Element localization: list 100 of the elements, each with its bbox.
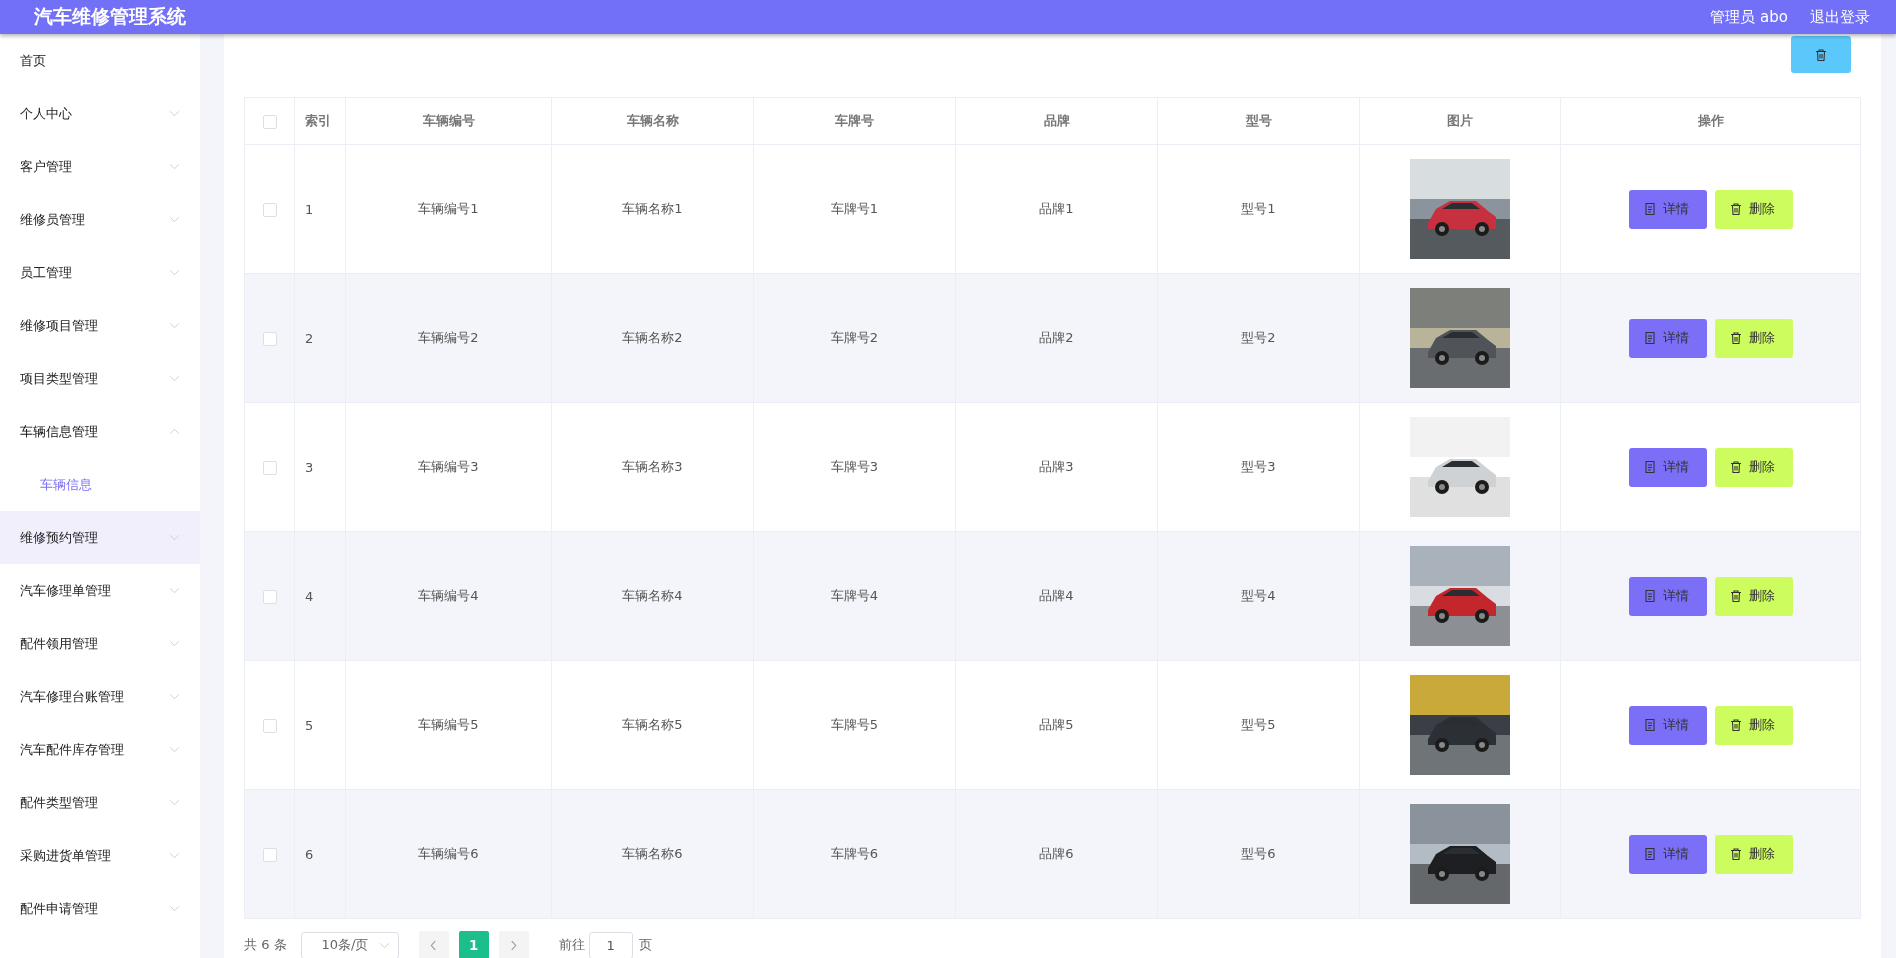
table-cell: 5	[294, 660, 346, 790]
checkbox[interactable]	[262, 589, 277, 604]
table-cell: 品牌1	[955, 144, 1158, 274]
page-size-select[interactable]: 10条/页	[300, 931, 399, 958]
menu-item[interactable]: 客户管理	[0, 140, 200, 193]
table-cell: 车辆名称3	[551, 402, 754, 532]
chevron-icon	[378, 941, 390, 949]
delete-button[interactable]	[1791, 36, 1851, 73]
table-cell: 车牌号3	[753, 402, 956, 532]
table-cell: 车牌号1	[753, 144, 956, 274]
checkbox[interactable]	[262, 202, 277, 217]
checkbox[interactable]	[262, 331, 277, 346]
delete-button[interactable]: 删除	[1714, 318, 1793, 358]
app-title: 汽车维修管理系统	[34, 4, 186, 29]
table-cell: 车辆名称6	[551, 789, 754, 919]
trash-icon	[1728, 589, 1743, 603]
table-cell: 3	[294, 402, 346, 532]
table-cell: 型号2	[1157, 273, 1360, 403]
table-cell: 品牌6	[955, 789, 1158, 919]
menu-item[interactable]: 汽车修理单管理	[0, 564, 200, 617]
menu-item[interactable]: 车辆信息管理	[0, 405, 200, 458]
column-header: 索引	[294, 97, 346, 145]
menu-item[interactable]: 首页	[0, 34, 200, 87]
table-cell: 车辆编号6	[345, 789, 552, 919]
trash-icon	[1728, 847, 1743, 861]
menu-item[interactable]: 个人中心	[0, 87, 200, 140]
trash-icon	[1728, 202, 1743, 216]
caret-left-icon	[430, 939, 438, 951]
trash-icon	[1728, 718, 1743, 732]
user-label: 管理员 abo	[1710, 7, 1788, 27]
delete-button[interactable]: 删除	[1714, 189, 1793, 229]
delete-button[interactable]: 删除	[1714, 834, 1793, 874]
table-cell: 车辆名称2	[551, 273, 754, 403]
menu-item[interactable]: 维修员管理	[0, 193, 200, 246]
submenu-item[interactable]: 车辆信息	[0, 458, 200, 511]
table-cell: 品牌5	[955, 660, 1158, 790]
delete-button[interactable]: 删除	[1714, 576, 1793, 616]
table-cell: 车牌号6	[753, 789, 956, 919]
trash-icon	[1814, 47, 1828, 62]
table-cell: 车辆编号4	[345, 531, 552, 661]
table-cell: 4	[294, 531, 346, 661]
table-cell: 车辆编号3	[345, 402, 552, 532]
document-icon	[1642, 331, 1657, 345]
document-icon	[1642, 589, 1657, 603]
table-cell: 1	[294, 144, 346, 274]
menu-item[interactable]: 配件申请管理	[0, 882, 200, 935]
table-cell: 品牌3	[955, 402, 1158, 532]
logout-link[interactable]: 退出登录	[1810, 7, 1870, 27]
menu-item[interactable]: 汽车配件库存管理	[0, 723, 200, 776]
caret-right-icon	[510, 939, 518, 951]
table-cell: 型号4	[1157, 531, 1360, 661]
delete-button[interactable]: 删除	[1714, 705, 1793, 745]
table-cell: 2	[294, 273, 346, 403]
table-cell: 型号1	[1157, 144, 1360, 274]
table-cell: 品牌2	[955, 273, 1158, 403]
table-cell: 车牌号2	[753, 273, 956, 403]
document-icon	[1642, 718, 1657, 732]
document-icon	[1642, 202, 1657, 216]
menu-item[interactable]: 项目类型管理	[0, 352, 200, 405]
goto-label: 前往	[558, 936, 585, 954]
column-header: 品牌	[955, 97, 1158, 145]
trash-icon	[1728, 331, 1743, 345]
menu-item[interactable]: 汽车修理台账管理	[0, 670, 200, 723]
table-cell: 6	[294, 789, 346, 919]
menu-item[interactable]: 配件类型管理	[0, 776, 200, 829]
menu-item[interactable]: 采购进货单管理	[0, 829, 200, 882]
checkbox[interactable]	[262, 718, 277, 733]
table-cell: 型号3	[1157, 402, 1360, 532]
delete-button[interactable]: 删除	[1714, 447, 1793, 487]
table-cell: 品牌4	[955, 531, 1158, 661]
table-cell: 车辆名称4	[551, 531, 754, 661]
trash-icon	[1728, 460, 1743, 474]
checkbox[interactable]	[262, 460, 277, 475]
column-header: 车辆名称	[551, 97, 754, 145]
table-cell: 车辆编号5	[345, 660, 552, 790]
column-header: 操作	[1560, 97, 1861, 145]
document-icon	[1642, 847, 1657, 861]
menu-item[interactable]: 员工管理	[0, 246, 200, 299]
page-input[interactable]: 1	[588, 931, 633, 958]
menu-item[interactable]: 维修预约管理	[0, 511, 200, 564]
document-icon	[1642, 460, 1657, 474]
table-cell: 车辆名称5	[551, 660, 754, 790]
table-cell: 车辆名称1	[551, 144, 754, 274]
table-cell: 车辆编号1	[345, 144, 552, 274]
table-cell: 车牌号4	[753, 531, 956, 661]
checkbox[interactable]	[262, 847, 277, 862]
table-cell: 型号6	[1157, 789, 1360, 919]
table-cell: 车牌号5	[753, 660, 956, 790]
column-header: 车牌号	[753, 97, 956, 145]
previous-page-button[interactable]	[418, 931, 449, 958]
menu-item[interactable]: 配件领用管理	[0, 617, 200, 670]
column-header: 车辆编号	[345, 97, 552, 145]
column-header: 型号	[1157, 97, 1360, 145]
column-header: 图片	[1359, 97, 1561, 145]
table-cell: 车辆编号2	[345, 273, 552, 403]
page-label: 页	[638, 936, 652, 954]
checkbox[interactable]	[262, 114, 277, 129]
menu-item[interactable]: 维修项目管理	[0, 299, 200, 352]
table-cell: 型号5	[1157, 660, 1360, 790]
next-page-button[interactable]	[498, 931, 529, 958]
